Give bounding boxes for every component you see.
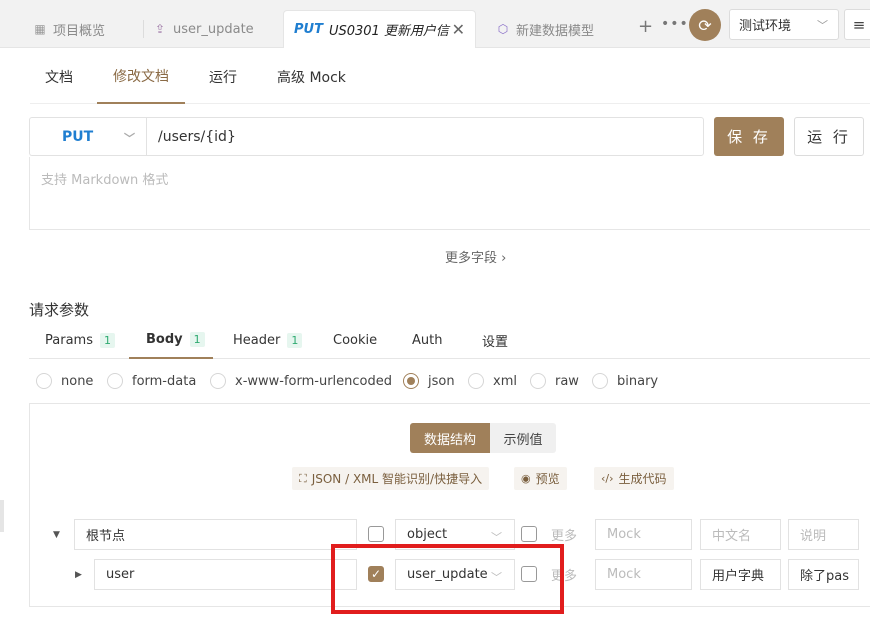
field-name-input[interactable]: user <box>94 559 357 590</box>
http-method-select[interactable]: PUT ﹀ <box>29 117 147 156</box>
description-input[interactable]: 说明 <box>788 519 859 550</box>
chevron-down-icon: ﹀ <box>491 531 502 544</box>
close-icon[interactable]: ✕ <box>452 20 465 39</box>
tab-new-data-model[interactable]: ⬡ 新建数据模型 <box>478 10 633 48</box>
data-structure-button[interactable]: 数据结构 <box>410 423 490 453</box>
side-resize-handle[interactable] <box>0 500 4 532</box>
subtab-edit-doc[interactable]: 修改文档 <box>97 49 185 104</box>
generate-code-button[interactable]: ‹/› 生成代码 <box>594 467 674 490</box>
smart-import-button[interactable]: ⛶ JSON / XML 智能识别/快捷导入 <box>292 467 490 490</box>
view-toggle: 数据结构 示例值 <box>410 423 556 453</box>
caret-down-icon[interactable]: ▼ <box>53 530 60 540</box>
field-name-input[interactable]: 根节点 <box>74 519 357 550</box>
tab-label: US0301 更新用户信 <box>328 24 449 39</box>
caret-right-icon[interactable]: ▶ <box>75 570 82 580</box>
tab-label: 项目概览 <box>53 23 106 39</box>
tab-body[interactable]: Body 1 <box>129 322 213 359</box>
sync-icon[interactable]: ⟳ <box>689 9 721 41</box>
more-fields-link[interactable]: 更多字段 › <box>445 247 506 266</box>
tab-label: 新建数据模型 <box>516 23 595 39</box>
radio-form-data[interactable]: form-data <box>107 373 196 389</box>
tab-method-badge: PUT <box>294 22 323 37</box>
tab-bar: ▦ 项目概览 ⇪ user_update PUT US0301 更新用户信 ✕ … <box>0 0 870 48</box>
highlight-box <box>331 544 564 614</box>
tab-params[interactable]: Params 1 <box>45 322 115 359</box>
tab-user-update[interactable]: ⇪ user_update <box>135 10 280 48</box>
http-method-value: PUT <box>62 128 94 145</box>
tab-settings[interactable]: 设置 <box>482 322 508 359</box>
nullable-checkbox[interactable] <box>521 526 537 542</box>
description-input[interactable]: 除了pas <box>788 559 859 590</box>
radio-none[interactable]: none <box>36 373 93 389</box>
param-tabs: Params 1 Body 1 Header 1 Cookie Auth 设置 <box>29 322 870 359</box>
tab-label: Header <box>233 333 281 348</box>
subtab-advanced-mock[interactable]: 高级 Mock <box>277 49 346 104</box>
save-button[interactable]: 保 存 <box>714 117 784 156</box>
chevron-down-icon: ﹀ <box>124 132 135 145</box>
required-checkbox[interactable] <box>368 526 384 542</box>
count-badge: 1 <box>99 333 115 348</box>
scan-icon: ⛶ <box>299 471 307 485</box>
count-badge: 1 <box>287 333 303 348</box>
eye-icon: ◉ <box>521 472 531 485</box>
preview-button[interactable]: ◉ 预览 <box>514 467 567 490</box>
tab-label: user_update <box>173 21 254 37</box>
radio-json[interactable]: json <box>403 373 455 389</box>
subtab-doc[interactable]: 文档 <box>45 49 73 104</box>
example-value-button[interactable]: 示例值 <box>490 423 556 453</box>
run-button[interactable]: 运 行 <box>794 117 864 156</box>
add-tab-button[interactable]: + <box>638 16 653 37</box>
tab-project-overview[interactable]: ▦ 项目概览 <box>15 10 140 48</box>
export-icon: ⇪ <box>154 22 166 36</box>
doc-subtabs: 文档 修改文档 运行 高级 Mock <box>30 49 870 104</box>
chinese-name-input[interactable]: 中文名 <box>700 519 781 550</box>
environment-value: 测试环境 <box>739 19 792 34</box>
tab-auth[interactable]: Auth <box>412 322 442 359</box>
radio-x-www-form-urlencoded[interactable]: x-www-form-urlencoded <box>210 373 392 389</box>
tab-us0301-active[interactable]: PUT US0301 更新用户信 ✕ <box>283 10 476 48</box>
chinese-name-input[interactable]: 用户字典 <box>700 559 781 590</box>
mock-input[interactable]: Mock <box>595 519 692 550</box>
radio-binary[interactable]: binary <box>592 373 658 389</box>
mock-input[interactable]: Mock <box>595 559 692 590</box>
request-params-title: 请求参数 <box>29 301 90 319</box>
radio-xml[interactable]: xml <box>468 373 517 389</box>
cube-icon: ⬡ <box>497 22 509 36</box>
url-input[interactable] <box>146 117 704 156</box>
menu-icon[interactable]: ≡ <box>844 9 870 40</box>
tab-header[interactable]: Header 1 <box>233 322 303 359</box>
tab-cookie[interactable]: Cookie <box>333 322 377 359</box>
environment-select[interactable]: 测试环境 ﹀ <box>729 9 839 40</box>
subtab-run[interactable]: 运行 <box>209 49 237 104</box>
radio-raw[interactable]: raw <box>530 373 579 389</box>
description-editor[interactable]: 支持 Markdown 格式 <box>29 157 870 230</box>
grid-icon: ▦ <box>34 22 46 36</box>
tab-label: Params <box>45 333 93 348</box>
count-badge: 1 <box>189 332 205 347</box>
more-tabs-button[interactable]: ••• <box>661 16 689 32</box>
tab-label: Body <box>146 332 183 347</box>
code-icon: ‹/› <box>601 472 614 485</box>
chevron-down-icon: ﹀ <box>817 19 828 32</box>
